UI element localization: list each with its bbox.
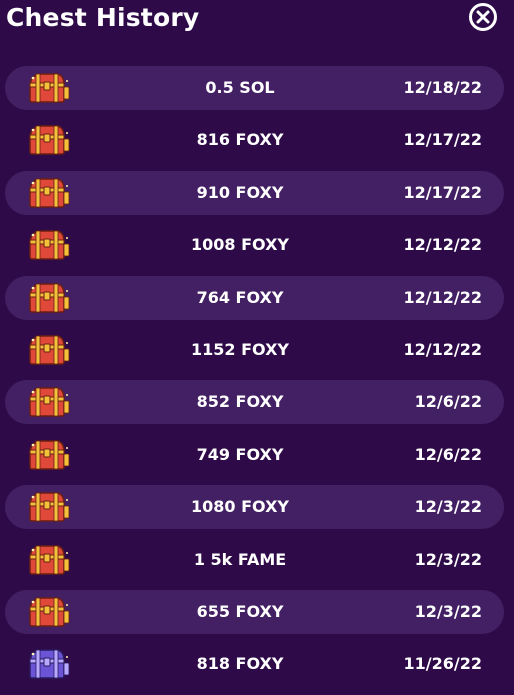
- gold-chest-icon: [27, 437, 71, 473]
- chest-history-list: 0.5 SOL 12/18/22 816 FOXY 12/17/22 910 F…: [5, 66, 504, 695]
- list-item: 816 FOXY 12/17/22: [5, 118, 504, 162]
- reward-amount: 816 FOXY: [196, 130, 284, 150]
- reward-date: 12/12/22: [403, 235, 482, 255]
- reward-date: 12/3/22: [414, 497, 482, 517]
- list-item: 764 FOXY 12/12/22: [5, 275, 504, 320]
- reward-date: 12/18/22: [403, 78, 482, 97]
- page-title: Chest History: [6, 3, 200, 32]
- reward-date: 12/3/22: [414, 549, 482, 569]
- gold-chest-icon: [27, 227, 71, 263]
- list-item: 1080 FOXY 12/3/22: [5, 485, 504, 530]
- list-item: 1008 FOXY 12/12/22: [5, 223, 504, 267]
- reward-amount: 0.5 SOL: [205, 78, 275, 97]
- reward-date: 12/6/22: [414, 392, 482, 412]
- list-item: 1152 FOXY 12/12/22: [5, 328, 504, 372]
- reward-amount: 1080 FOXY: [191, 497, 289, 517]
- reward-amount: 764 FOXY: [196, 287, 284, 307]
- gold-chest-icon: [27, 332, 71, 368]
- reward-date: 12/6/22: [414, 444, 482, 464]
- purple-chest-icon: [27, 646, 71, 682]
- close-button[interactable]: [469, 3, 497, 31]
- reward-amount: 910 FOXY: [196, 182, 284, 202]
- close-icon: [476, 10, 490, 24]
- reward-amount: 1008 FOXY: [191, 235, 289, 255]
- list-item: 655 FOXY 12/3/22: [5, 589, 504, 634]
- list-item: 1 5k FAME 12/3/22: [5, 538, 504, 582]
- gold-chest-icon: [27, 384, 71, 420]
- reward-date: 12/12/22: [403, 287, 482, 307]
- reward-date: 12/12/22: [403, 339, 482, 359]
- list-item: 852 FOXY 12/6/22: [5, 380, 504, 425]
- gold-chest-icon: [27, 280, 71, 316]
- reward-amount: 1152 FOXY: [191, 339, 289, 359]
- reward-amount: 852 FOXY: [196, 392, 284, 412]
- gold-chest-icon: [27, 70, 71, 106]
- reward-date: 12/17/22: [403, 182, 482, 202]
- reward-amount: 749 FOXY: [196, 444, 284, 464]
- gold-chest-icon: [27, 489, 71, 525]
- reward-date: 12/17/22: [403, 130, 482, 150]
- list-item: 910 FOXY 12/17/22: [5, 170, 504, 215]
- list-item: 749 FOXY 12/6/22: [5, 433, 504, 477]
- gold-chest-icon: [27, 122, 71, 158]
- gold-chest-icon: [27, 542, 71, 578]
- gold-chest-icon: [27, 175, 71, 211]
- reward-date: 12/3/22: [414, 601, 482, 621]
- reward-amount: 1 5k FAME: [193, 549, 287, 569]
- reward-amount: 655 FOXY: [196, 601, 284, 621]
- list-item: 0.5 SOL 12/18/22: [5, 66, 504, 110]
- gold-chest-icon: [27, 594, 71, 630]
